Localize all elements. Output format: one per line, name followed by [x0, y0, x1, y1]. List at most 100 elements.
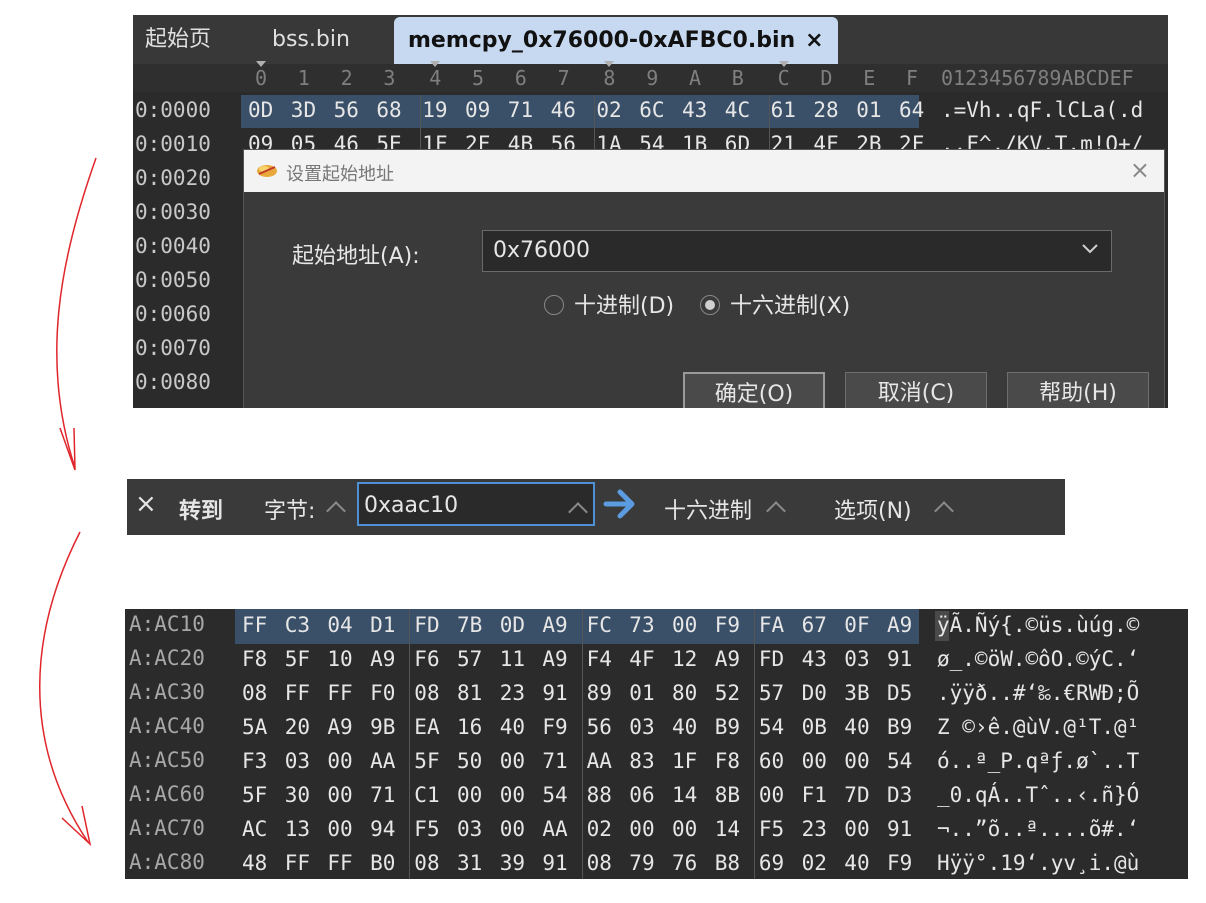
hex-byte[interactable]: 5F	[242, 783, 267, 807]
ascii-text[interactable]: _0.qÁ..Tˆ..‹.ñ}Ó	[937, 783, 1139, 807]
hex-byte[interactable]: FA	[759, 613, 784, 637]
hex-byte[interactable]: FF	[327, 851, 352, 875]
hex-byte[interactable]: 13	[285, 817, 310, 841]
hex-byte[interactable]: 02	[587, 817, 612, 841]
hex-byte[interactable]: 54	[759, 715, 784, 739]
hex-byte[interactable]: C1	[414, 783, 439, 807]
hex-byte[interactable]: 71	[542, 749, 567, 773]
hex-byte[interactable]: F1	[802, 783, 827, 807]
hex-byte[interactable]: 00	[844, 749, 869, 773]
ascii-text[interactable]: ¬..”õ..ª....õ#.‘	[937, 817, 1139, 841]
hex-byte[interactable]: 69	[759, 851, 784, 875]
hex-byte[interactable]: FC	[587, 613, 612, 637]
hex-byte[interactable]: 06	[629, 783, 654, 807]
hex-byte[interactable]: 00	[802, 749, 827, 773]
hex-byte[interactable]: 00	[759, 783, 784, 807]
caret-up-icon[interactable]	[568, 502, 588, 522]
hex-byte[interactable]: 40	[500, 715, 525, 739]
hex-byte[interactable]: 30	[285, 783, 310, 807]
hex-byte[interactable]: 81	[457, 681, 482, 705]
hex-byte[interactable]: 9B	[370, 715, 395, 739]
hex-byte[interactable]: 80	[672, 681, 697, 705]
hex-byte[interactable]: 03	[457, 817, 482, 841]
ascii-text[interactable]: .ÿÿð..#‘‰.€RWÐ;Õ	[937, 681, 1139, 705]
hex-byte[interactable]: F0	[370, 681, 395, 705]
hex-byte[interactable]: 01	[629, 681, 654, 705]
hex-byte[interactable]: 5F	[285, 647, 310, 671]
hex-byte[interactable]: A9	[542, 613, 567, 637]
hex-byte[interactable]: AC	[242, 817, 267, 841]
hex-byte[interactable]: A9	[715, 647, 740, 671]
hex-byte[interactable]: 03	[629, 715, 654, 739]
hex-byte[interactable]: 0B	[802, 715, 827, 739]
hex-byte[interactable]: 91	[542, 681, 567, 705]
hex-byte[interactable]: D5	[887, 681, 912, 705]
hex-byte[interactable]: F3	[242, 749, 267, 773]
hex-byte[interactable]: 57	[457, 647, 482, 671]
bytes-label[interactable]: 字节:	[264, 493, 315, 525]
options-dropdown[interactable]: 选项(N)	[834, 493, 912, 525]
hex-byte[interactable]: 7B	[457, 613, 482, 637]
hex-byte[interactable]: 00	[327, 749, 352, 773]
hex-byte[interactable]: 0F	[844, 613, 869, 637]
hex-byte[interactable]: F8	[242, 647, 267, 671]
hex-byte[interactable]: 00	[327, 817, 352, 841]
hex-byte[interactable]: B0	[370, 851, 395, 875]
hex-byte[interactable]: 00	[672, 817, 697, 841]
hex-byte[interactable]: 00	[629, 817, 654, 841]
hex-byte[interactable]: F9	[542, 715, 567, 739]
ascii-text[interactable]: ÿÃ.Ñý{.©üs.ùúg.©	[937, 613, 1139, 637]
hex-byte[interactable]: F9	[887, 851, 912, 875]
ascii-text[interactable]: ø_.©öW.©ôO.©ýC.‘	[937, 647, 1139, 671]
hex-byte[interactable]: 40	[844, 715, 869, 739]
hex-byte[interactable]: C3	[285, 613, 310, 637]
hex-byte[interactable]: A9	[327, 715, 352, 739]
hex-byte[interactable]: 5A	[242, 715, 267, 739]
hex-byte[interactable]: 11	[500, 647, 525, 671]
hex-byte[interactable]: 08	[414, 681, 439, 705]
hex-byte[interactable]: 83	[629, 749, 654, 773]
hex-byte[interactable]: 76	[672, 851, 697, 875]
hex-byte[interactable]: 71	[370, 783, 395, 807]
caret-up-icon[interactable]	[326, 501, 346, 521]
hex-byte[interactable]: 40	[844, 851, 869, 875]
hex-byte[interactable]: 23	[802, 817, 827, 841]
hex-byte[interactable]: 04	[327, 613, 352, 637]
goto-offset-input[interactable]: 0xaac10	[357, 482, 595, 526]
hex-byte[interactable]: F8	[715, 749, 740, 773]
hex-byte[interactable]: D1	[370, 613, 395, 637]
hex-byte[interactable]: 7D	[844, 783, 869, 807]
hex-byte[interactable]: 23	[500, 681, 525, 705]
hex-byte[interactable]: 60	[759, 749, 784, 773]
hex-byte[interactable]: 08	[242, 681, 267, 705]
hex-byte[interactable]: FF	[285, 681, 310, 705]
hex-byte[interactable]: F5	[759, 817, 784, 841]
hex-byte[interactable]: AA	[587, 749, 612, 773]
hex-byte[interactable]: 43	[802, 647, 827, 671]
hex-byte[interactable]: 89	[587, 681, 612, 705]
hex-byte[interactable]: F5	[414, 817, 439, 841]
hex-byte[interactable]: 14	[672, 783, 697, 807]
hex-byte[interactable]: 00	[327, 783, 352, 807]
hex-byte[interactable]: 94	[370, 817, 395, 841]
caret-up-icon[interactable]	[766, 501, 786, 521]
hex-byte[interactable]: 91	[887, 647, 912, 671]
hex-byte[interactable]: 4F	[629, 647, 654, 671]
hex-byte[interactable]: 91	[542, 851, 567, 875]
hex-byte[interactable]: FD	[414, 613, 439, 637]
hex-byte[interactable]: 52	[715, 681, 740, 705]
hex-byte[interactable]: 56	[587, 715, 612, 739]
hex-byte[interactable]: 50	[457, 749, 482, 773]
hex-byte[interactable]: F6	[414, 647, 439, 671]
hex-byte[interactable]: 79	[629, 851, 654, 875]
hex-byte[interactable]: 88	[587, 783, 612, 807]
hex-byte[interactable]: 5F	[414, 749, 439, 773]
hex-byte[interactable]: 67	[802, 613, 827, 637]
hex-byte[interactable]: 31	[457, 851, 482, 875]
ascii-text[interactable]: Z ©›ê.@ùV.@¹T.@¹	[937, 715, 1139, 739]
hex-byte[interactable]: 00	[500, 817, 525, 841]
hex-byte[interactable]: 03	[844, 647, 869, 671]
hex-byte[interactable]: F4	[587, 647, 612, 671]
hex-byte[interactable]: 00	[500, 783, 525, 807]
close-icon[interactable]: ×	[135, 489, 157, 519]
